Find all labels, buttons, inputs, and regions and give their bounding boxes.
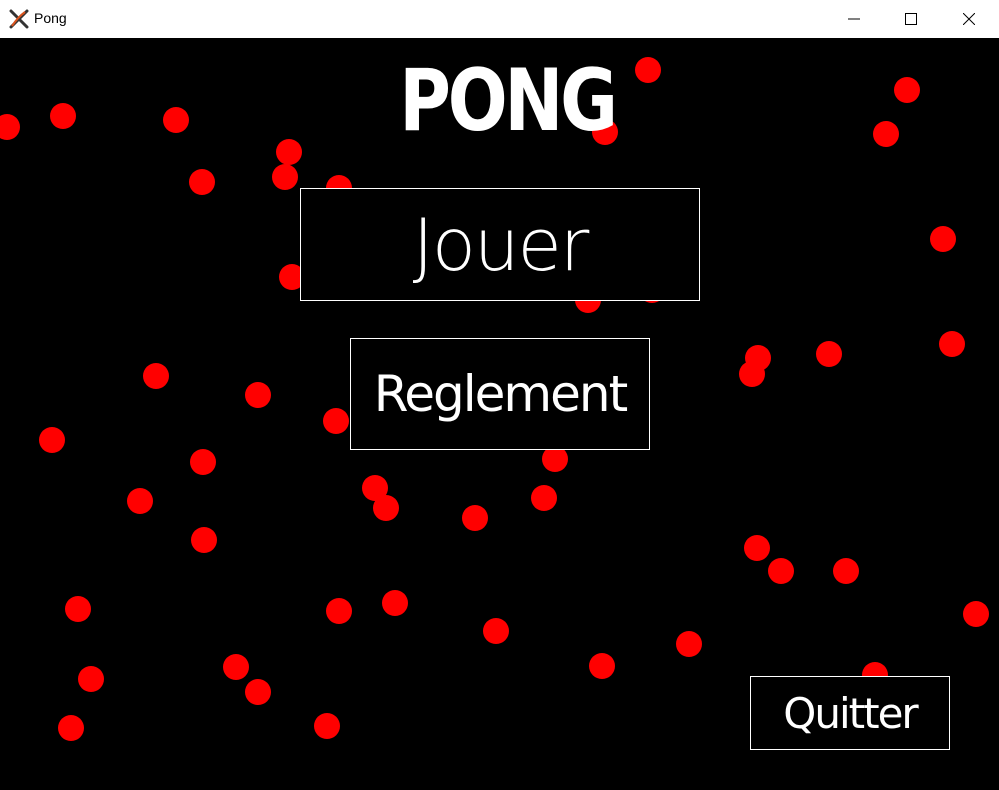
maximize-button[interactable] (888, 0, 934, 38)
red-ball (930, 226, 956, 252)
red-ball (58, 715, 84, 741)
minimize-icon (848, 18, 860, 20)
minimize-button[interactable] (831, 0, 877, 38)
red-ball (323, 408, 349, 434)
game-title: PONG (399, 51, 618, 151)
red-ball (245, 679, 271, 705)
red-ball (223, 654, 249, 680)
red-ball (189, 169, 215, 195)
red-ball (816, 341, 842, 367)
red-ball (245, 382, 271, 408)
red-ball (39, 427, 65, 453)
quit-button[interactable]: Quitter (750, 676, 950, 750)
red-ball (382, 590, 408, 616)
red-ball (190, 449, 216, 475)
red-ball (963, 601, 989, 627)
play-button[interactable]: Jouer (300, 188, 700, 301)
red-ball (191, 527, 217, 553)
red-ball (0, 114, 20, 140)
close-button[interactable] (946, 0, 992, 38)
red-ball (676, 631, 702, 657)
red-ball (483, 618, 509, 644)
red-ball (78, 666, 104, 692)
close-icon (963, 13, 975, 25)
red-ball (939, 331, 965, 357)
x-app-icon (9, 9, 29, 29)
window-title: Pong (34, 10, 67, 26)
red-ball (314, 713, 340, 739)
red-ball (127, 488, 153, 514)
pong-window: Pong PONG Jouer Reglement Quitter (0, 0, 999, 790)
red-ball (326, 598, 352, 624)
title-bar[interactable]: Pong (0, 0, 999, 38)
red-ball (65, 596, 91, 622)
red-ball (143, 363, 169, 389)
red-ball (833, 558, 859, 584)
red-ball (50, 103, 76, 129)
red-ball (272, 164, 298, 190)
red-ball (589, 653, 615, 679)
red-ball (768, 558, 794, 584)
game-canvas[interactable]: PONG Jouer Reglement Quitter (0, 38, 999, 790)
red-ball (531, 485, 557, 511)
rules-button[interactable]: Reglement (350, 338, 650, 450)
red-ball (739, 361, 765, 387)
red-ball (744, 535, 770, 561)
red-ball (462, 505, 488, 531)
maximize-icon (905, 13, 917, 25)
red-ball (373, 495, 399, 521)
